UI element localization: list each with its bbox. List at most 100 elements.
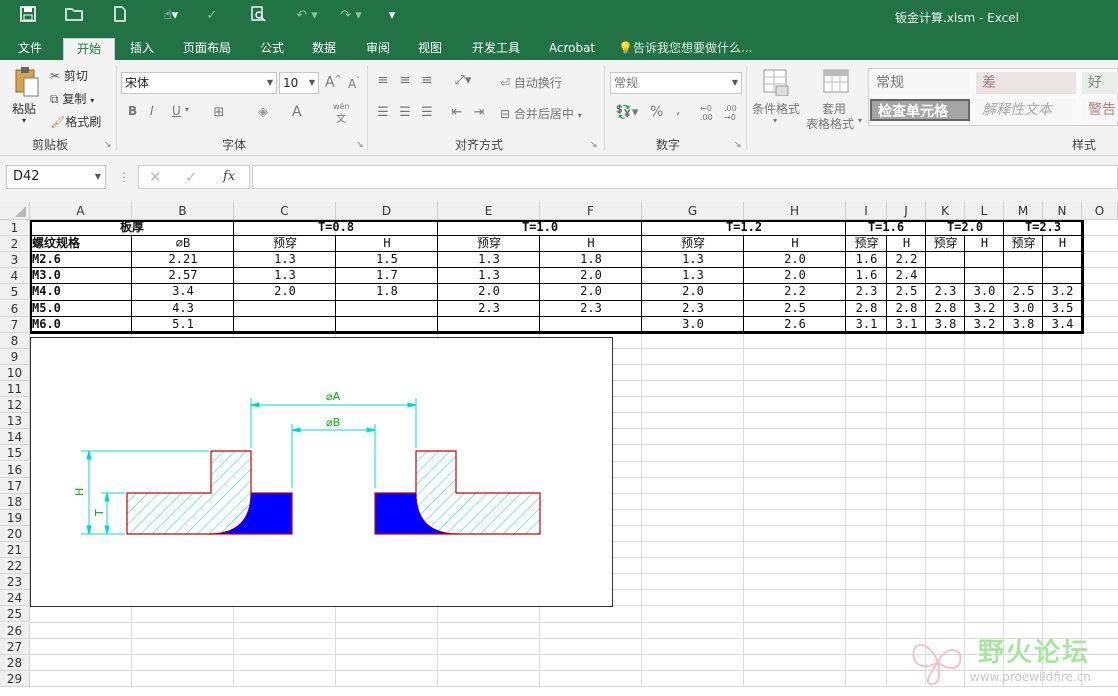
align-top-icon[interactable]: ≡ bbox=[374, 72, 392, 90]
row-header-7[interactable]: 7 bbox=[0, 316, 30, 333]
paste-button[interactable]: 粘贴 bbox=[12, 100, 36, 117]
cell-A1-thickness-header[interactable]: 板厚 bbox=[30, 220, 234, 236]
cell-H3[interactable]: 2.0 bbox=[746, 252, 844, 268]
row-header-22[interactable]: 22 bbox=[0, 558, 30, 575]
number-launcher-icon[interactable]: ↘ bbox=[734, 140, 742, 150]
row-header-27[interactable]: 27 bbox=[0, 638, 30, 655]
select-all-corner[interactable] bbox=[0, 202, 30, 220]
cell-E6[interactable]: 2.3 bbox=[440, 301, 538, 317]
currency-icon[interactable]: 💱▾ bbox=[612, 104, 642, 122]
cell-C6[interactable] bbox=[236, 301, 334, 317]
row-header-9[interactable]: 9 bbox=[0, 348, 30, 365]
open-folder-icon[interactable] bbox=[64, 6, 84, 26]
row-header-10[interactable]: 10 bbox=[0, 364, 30, 381]
cell-M6[interactable]: 3.0 bbox=[1006, 301, 1041, 317]
bold-button[interactable]: B bbox=[128, 104, 137, 118]
cell-A6[interactable]: M5.0 bbox=[32, 301, 130, 317]
cell-G5[interactable]: 2.0 bbox=[644, 284, 742, 300]
cell-H6[interactable]: 2.5 bbox=[746, 301, 844, 317]
row-header-14[interactable]: 14 bbox=[0, 429, 30, 446]
alignment-launcher-icon[interactable]: ↘ bbox=[590, 140, 598, 150]
cond-format-dropdown-icon[interactable]: ▾ bbox=[773, 116, 777, 125]
font-name-combo[interactable]: 宋体 ▼ bbox=[121, 72, 277, 94]
style-warning[interactable]: 警告 bbox=[1082, 99, 1118, 121]
touch-mode-icon[interactable]: ☝▾ bbox=[156, 6, 186, 26]
column-header-D[interactable]: D bbox=[336, 202, 438, 220]
row-header-4[interactable]: 4 bbox=[0, 268, 30, 285]
row-header-16[interactable]: 16 bbox=[0, 461, 30, 478]
row-header-18[interactable]: 18 bbox=[0, 493, 30, 510]
wrap-text-button[interactable]: ⏎ 自动换行 bbox=[500, 74, 562, 91]
print-preview-icon[interactable] bbox=[248, 6, 268, 26]
column-header-N[interactable]: N bbox=[1043, 202, 1082, 220]
cell-B3[interactable]: 2.21 bbox=[134, 252, 232, 268]
cell-I1-t16[interactable]: T=1.6 bbox=[846, 220, 926, 236]
font-size-combo[interactable]: 10 ▼ bbox=[279, 72, 319, 94]
row-header-20[interactable]: 20 bbox=[0, 525, 30, 542]
cell-K1-t20[interactable]: T=2.0 bbox=[926, 220, 1004, 236]
cancel-icon[interactable]: ✕ bbox=[149, 168, 162, 186]
comma-button[interactable]: , bbox=[676, 102, 680, 118]
tab-file[interactable]: 文件 bbox=[8, 38, 52, 60]
cell-K6[interactable]: 2.8 bbox=[928, 301, 963, 317]
cell-D5[interactable]: 1.8 bbox=[338, 284, 436, 300]
worksheet[interactable]: ABCDEFGHIJKLMNO 1 2 3 4 5 6 7 8 9 10 11 12 13 14 15 16 1… bbox=[0, 202, 1118, 696]
customize-toolbar-icon[interactable]: ▾ bbox=[382, 6, 402, 26]
cell-H2[interactable]: H bbox=[746, 236, 844, 252]
cell-C1-t08[interactable]: T=0.8 bbox=[234, 220, 438, 236]
increase-decimal-button[interactable]: ←0 .00 bbox=[700, 104, 722, 122]
column-header-K[interactable]: K bbox=[926, 202, 965, 220]
cell-I5[interactable]: 2.3 bbox=[848, 284, 885, 300]
insert-function-button[interactable]: fx bbox=[223, 169, 235, 184]
column-header-A[interactable]: A bbox=[30, 202, 132, 220]
cell-N3[interactable] bbox=[1045, 252, 1080, 268]
cell-G2[interactable]: 预穿 bbox=[644, 236, 742, 252]
tab-formulas[interactable]: 公式 bbox=[252, 38, 292, 60]
row-header-15[interactable]: 15 bbox=[0, 445, 30, 462]
row-header-11[interactable]: 11 bbox=[0, 381, 30, 398]
underline-button[interactable]: U bbox=[172, 104, 181, 118]
enter-icon[interactable]: ✓ bbox=[185, 168, 198, 186]
cell-L3[interactable] bbox=[967, 252, 1002, 268]
cell-E3[interactable]: 1.3 bbox=[440, 252, 538, 268]
borders-icon[interactable]: ⊞ bbox=[210, 104, 228, 122]
row-header-28[interactable]: 28 bbox=[0, 654, 30, 671]
cell-N4[interactable] bbox=[1045, 268, 1080, 284]
cell-F5[interactable]: 2.0 bbox=[542, 284, 640, 300]
tab-insert[interactable]: 插入 bbox=[120, 38, 164, 60]
row-header-24[interactable]: 24 bbox=[0, 590, 30, 607]
cell-K2[interactable]: 预穿 bbox=[928, 236, 963, 252]
tab-home[interactable]: 开始 bbox=[63, 38, 115, 60]
decrease-decimal-button[interactable]: .00 →0 bbox=[724, 104, 746, 122]
column-header-F[interactable]: F bbox=[540, 202, 642, 220]
cell-I7[interactable]: 3.1 bbox=[848, 317, 885, 333]
style-bad[interactable]: 差 bbox=[976, 72, 1076, 94]
cell-N5[interactable]: 3.2 bbox=[1045, 284, 1080, 300]
paste-dropdown-icon[interactable]: ▾ bbox=[22, 116, 26, 125]
cell-C4[interactable]: 1.3 bbox=[236, 268, 334, 284]
cell-C3[interactable]: 1.3 bbox=[236, 252, 334, 268]
cell-M4[interactable] bbox=[1006, 268, 1041, 284]
cell-B5[interactable]: 3.4 bbox=[134, 284, 232, 300]
row-header-3[interactable]: 3 bbox=[0, 252, 30, 269]
increase-indent-icon[interactable]: ⇥ bbox=[470, 104, 488, 122]
font-launcher-icon[interactable]: ↘ bbox=[356, 140, 364, 150]
row-header-26[interactable]: 26 bbox=[0, 622, 30, 639]
style-check-cell[interactable]: 检查单元格 bbox=[870, 99, 970, 121]
tab-acrobat[interactable]: Acrobat bbox=[540, 38, 604, 60]
column-header-L[interactable]: L bbox=[965, 202, 1004, 220]
row-header-8[interactable]: 8 bbox=[0, 332, 30, 349]
merge-dropdown-icon[interactable]: ▾ bbox=[578, 111, 582, 120]
row-header-2[interactable]: 2 bbox=[0, 236, 30, 253]
column-header-B[interactable]: B bbox=[132, 202, 234, 220]
row-header-13[interactable]: 13 bbox=[0, 413, 30, 430]
cell-K3[interactable] bbox=[928, 252, 963, 268]
tab-view[interactable]: 视图 bbox=[410, 38, 450, 60]
cell-K5[interactable]: 2.3 bbox=[928, 284, 963, 300]
number-format-combo[interactable]: 常规 ▼ bbox=[610, 72, 742, 94]
spellcheck-icon[interactable]: ✓ bbox=[202, 6, 222, 26]
clipboard-launcher-icon[interactable]: ↘ bbox=[104, 140, 112, 150]
cell-L4[interactable] bbox=[967, 268, 1002, 284]
column-header-E[interactable]: E bbox=[438, 202, 540, 220]
cell-F2[interactable]: H bbox=[542, 236, 640, 252]
